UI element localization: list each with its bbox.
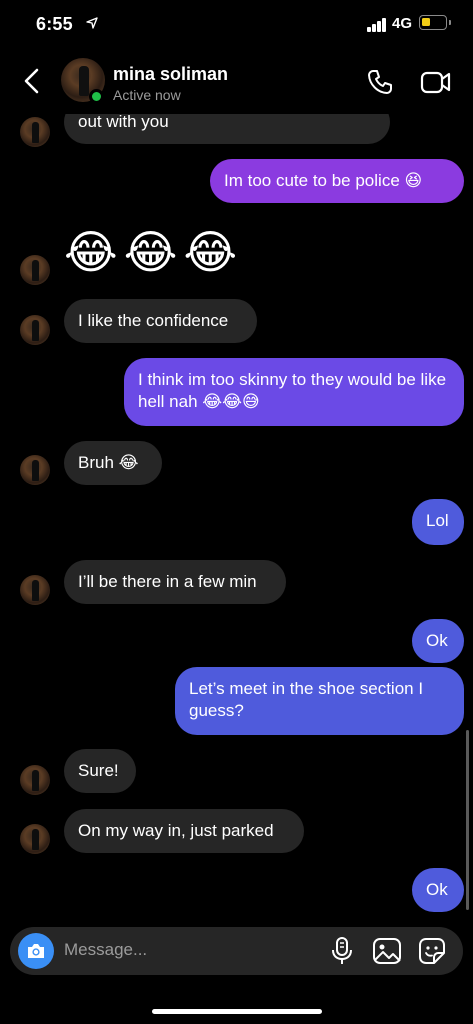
message-thread[interactable]: out with you Im too cute to be police 😆 …: [0, 114, 473, 926]
message-incoming[interactable]: Bruh 😂: [64, 441, 162, 485]
camera-icon[interactable]: [18, 933, 54, 969]
contact-name[interactable]: mina soliman: [113, 64, 228, 85]
message-incoming[interactable]: out with you: [64, 114, 390, 144]
sender-avatar: [20, 117, 50, 147]
message-incoming[interactable]: On my way in, just parked: [64, 809, 304, 853]
sender-avatar: [20, 765, 50, 795]
video-call-icon[interactable]: [420, 68, 452, 96]
location-arrow-icon: [86, 16, 98, 32]
message-outgoing[interactable]: Let’s meet in the shoe section I guess?: [175, 667, 464, 735]
gallery-icon[interactable]: [372, 937, 402, 965]
message-outgoing[interactable]: Ok: [412, 868, 464, 912]
message-composer: [10, 927, 463, 975]
sender-avatar: [20, 575, 50, 605]
scrollbar[interactable]: [466, 730, 469, 910]
battery-icon: [419, 15, 451, 30]
online-status-dot: [89, 89, 104, 104]
phone-call-icon[interactable]: [366, 68, 394, 96]
message-incoming[interactable]: I’ll be there in a few min: [64, 560, 286, 604]
message-incoming[interactable]: Sure!: [64, 749, 136, 793]
sender-avatar: [20, 455, 50, 485]
status-time: 6:55: [36, 14, 73, 34]
microphone-icon[interactable]: [330, 936, 354, 966]
contact-activity-status: Active now: [113, 87, 181, 103]
message-incoming-emoji[interactable]: 😂😂😂: [64, 224, 243, 280]
message-outgoing[interactable]: Ok: [412, 619, 464, 663]
chat-header: mina soliman Active now: [0, 52, 473, 114]
message-outgoing[interactable]: Im too cute to be police 😆: [210, 159, 464, 203]
message-outgoing[interactable]: I think im too skinny to they would be l…: [124, 358, 464, 426]
message-outgoing[interactable]: Lol: [412, 499, 464, 545]
status-bar: 6:55 4G: [0, 0, 473, 52]
sender-avatar: [20, 315, 50, 345]
network-type: 4G: [392, 15, 413, 32]
back-icon[interactable]: [20, 66, 46, 96]
sender-avatar: [20, 255, 50, 285]
signal-icon: [367, 18, 387, 32]
sticker-icon[interactable]: [418, 937, 446, 965]
sender-avatar: [20, 824, 50, 854]
message-incoming[interactable]: I like the confidence: [64, 299, 257, 343]
message-input[interactable]: [64, 940, 314, 960]
home-indicator[interactable]: [152, 1009, 322, 1014]
